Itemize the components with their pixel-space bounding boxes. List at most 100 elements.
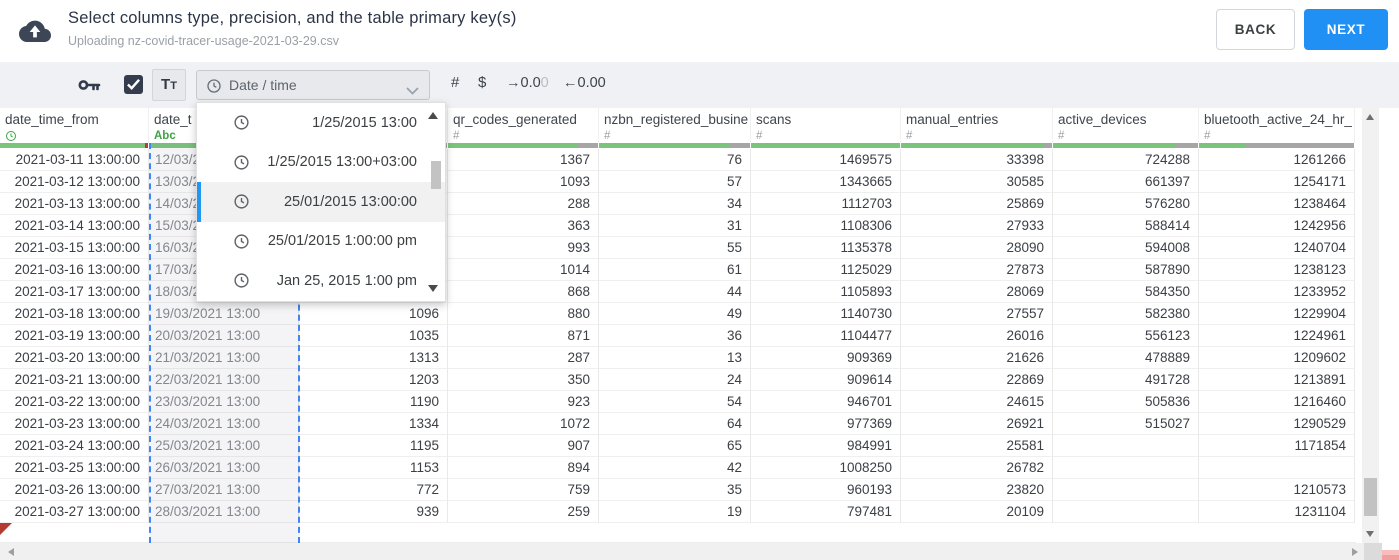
table-cell[interactable]: 25581	[901, 435, 1053, 457]
table-cell[interactable]: 350	[448, 369, 599, 391]
table-cell[interactable]: 1210573	[1199, 479, 1355, 501]
table-cell[interactable]: 1209602	[1199, 347, 1355, 369]
table-cell[interactable]: 25/03/2021 13:00	[149, 435, 299, 457]
table-cell[interactable]: 2021-03-14 13:00:00	[0, 215, 149, 237]
table-cell[interactable]: 1104477	[751, 325, 901, 347]
table-cell[interactable]: 20109	[901, 501, 1053, 523]
table-cell[interactable]: 2021-03-17 13:00:00	[0, 281, 149, 303]
table-cell[interactable]: 26921	[901, 413, 1053, 435]
column-header[interactable]: bluetooth_active_24_hr_ #	[1199, 108, 1355, 143]
scroll-down-icon[interactable]	[1366, 531, 1374, 537]
table-cell[interactable]	[1053, 501, 1199, 523]
table-cell[interactable]: 54	[599, 391, 751, 413]
table-cell[interactable]: 797481	[751, 501, 901, 523]
table-cell[interactable]: 977369	[751, 413, 901, 435]
table-cell[interactable]: 1238123	[1199, 259, 1355, 281]
table-cell[interactable]: 556123	[1053, 325, 1199, 347]
table-cell[interactable]: 1135378	[751, 237, 901, 259]
scroll-up-icon[interactable]	[1366, 114, 1374, 120]
table-cell[interactable]: 880	[448, 303, 599, 325]
table-cell[interactable]: 23/03/2021 13:00	[149, 391, 299, 413]
table-cell[interactable]: 584350	[1053, 281, 1199, 303]
table-cell[interactable]: 2021-03-22 13:00:00	[0, 391, 149, 413]
table-cell[interactable]: 2021-03-21 13:00:00	[0, 369, 149, 391]
decrease-precision-button[interactable]: →0.00	[506, 75, 549, 91]
vertical-scrollbar-thumb[interactable]	[1364, 478, 1377, 516]
increase-precision-button[interactable]: ←0.00	[563, 75, 606, 91]
table-cell[interactable]: 1224961	[1199, 325, 1355, 347]
table-cell[interactable]: 2021-03-23 13:00:00	[0, 413, 149, 435]
column-header[interactable]: active_devices #	[1053, 108, 1199, 143]
datetime-format-option[interactable]: 25/01/2015 13:00:00	[197, 182, 445, 222]
table-cell[interactable]: 588414	[1053, 215, 1199, 237]
table-cell[interactable]: 2021-03-13 13:00:00	[0, 193, 149, 215]
table-cell[interactable]: 23820	[901, 479, 1053, 501]
table-cell[interactable]: 1008250	[751, 457, 901, 479]
table-cell[interactable]: 36	[599, 325, 751, 347]
table-cell[interactable]: 478889	[1053, 347, 1199, 369]
table-cell[interactable]: 61	[599, 259, 751, 281]
table-cell[interactable]: 1171854	[1199, 435, 1355, 457]
table-cell[interactable]: 42	[599, 457, 751, 479]
column-header[interactable]: scans #	[751, 108, 901, 143]
menu-scroll-down-icon[interactable]	[428, 285, 438, 292]
table-cell[interactable]: 1195	[299, 435, 448, 457]
table-cell[interactable]: 907	[448, 435, 599, 457]
table-cell[interactable]: 31	[599, 215, 751, 237]
column-header[interactable]: qr_codes_generated #	[448, 108, 599, 143]
table-cell[interactable]: 21626	[901, 347, 1053, 369]
checkbox-type-button[interactable]	[124, 75, 143, 94]
table-cell[interactable]: 2021-03-18 13:00:00	[0, 303, 149, 325]
table-cell[interactable]: 1035	[299, 325, 448, 347]
column-header[interactable]: nzbn_registered_busine #	[599, 108, 751, 143]
table-cell[interactable]: 1125029	[751, 259, 901, 281]
table-cell[interactable]: 491728	[1053, 369, 1199, 391]
table-cell[interactable]: 27933	[901, 215, 1053, 237]
table-cell[interactable]: 287	[448, 347, 599, 369]
table-cell[interactable]: 939	[299, 501, 448, 523]
table-cell[interactable]: 1105893	[751, 281, 901, 303]
currency-type-button[interactable]: $	[478, 74, 486, 91]
table-cell[interactable]: 505836	[1053, 391, 1199, 413]
table-cell[interactable]: 960193	[751, 479, 901, 501]
table-cell[interactable]: 661397	[1053, 171, 1199, 193]
table-cell[interactable]: 22/03/2021 13:00	[149, 369, 299, 391]
table-cell[interactable]: 1014	[448, 259, 599, 281]
table-cell[interactable]: 64	[599, 413, 751, 435]
table-cell[interactable]: 19/03/2021 13:00	[149, 303, 299, 325]
table-cell[interactable]: 259	[448, 501, 599, 523]
next-button[interactable]: NEXT	[1304, 9, 1388, 50]
table-cell[interactable]: 582380	[1053, 303, 1199, 325]
column-header[interactable]: date_time_from	[0, 108, 149, 143]
table-cell[interactable]: 26016	[901, 325, 1053, 347]
table-cell[interactable]: 1213891	[1199, 369, 1355, 391]
table-cell[interactable]: 923	[448, 391, 599, 413]
vertical-scrollbar[interactable]	[1362, 108, 1379, 543]
table-cell[interactable]: 1261266	[1199, 149, 1355, 171]
table-cell[interactable]: 49	[599, 303, 751, 325]
table-cell[interactable]: 594008	[1053, 237, 1199, 259]
table-cell[interactable]: 1343665	[751, 171, 901, 193]
table-cell[interactable]: 2021-03-16 13:00:00	[0, 259, 149, 281]
table-cell[interactable]: 363	[448, 215, 599, 237]
table-cell[interactable]: 1072	[448, 413, 599, 435]
table-cell[interactable]: 759	[448, 479, 599, 501]
table-cell[interactable]	[1053, 435, 1199, 457]
table-cell[interactable]: 909614	[751, 369, 901, 391]
table-cell[interactable]: 1242956	[1199, 215, 1355, 237]
table-cell[interactable]: 30585	[901, 171, 1053, 193]
scroll-left-icon[interactable]	[8, 547, 14, 556]
table-cell[interactable]	[1053, 457, 1199, 479]
table-cell[interactable]: 1334	[299, 413, 448, 435]
table-cell[interactable]: 2021-03-26 13:00:00	[0, 479, 149, 501]
table-cell[interactable]: 1203	[299, 369, 448, 391]
table-cell[interactable]: 2021-03-27 13:00:00	[0, 501, 149, 523]
table-cell[interactable]: 27557	[901, 303, 1053, 325]
table-cell[interactable]: 984991	[751, 435, 901, 457]
table-cell[interactable]	[1053, 479, 1199, 501]
table-cell[interactable]: 65	[599, 435, 751, 457]
table-cell[interactable]: 1096	[299, 303, 448, 325]
table-cell[interactable]: 76	[599, 149, 751, 171]
table-cell[interactable]: 2021-03-19 13:00:00	[0, 325, 149, 347]
table-cell[interactable]: 772	[299, 479, 448, 501]
